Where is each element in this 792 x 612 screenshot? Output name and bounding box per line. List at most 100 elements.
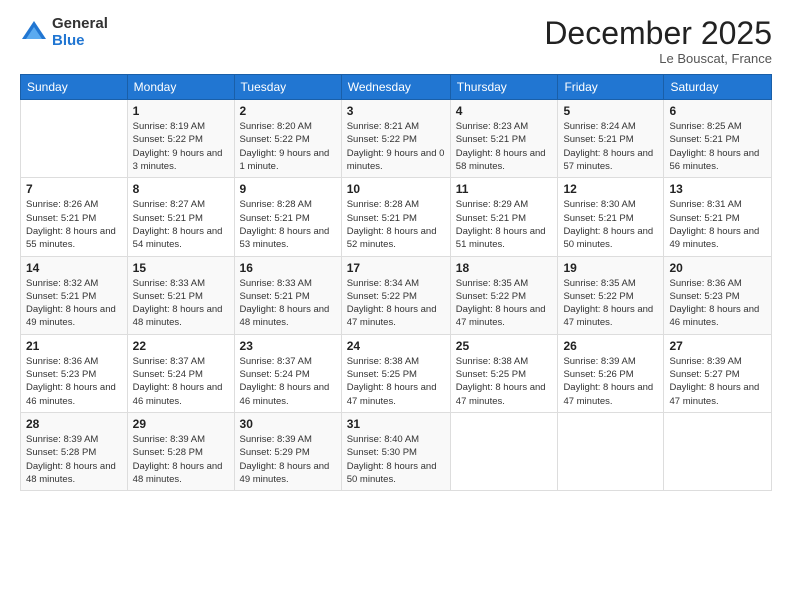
calendar-cell: 6 Sunrise: 8:25 AMSunset: 5:21 PMDayligh… (664, 100, 772, 178)
day-number: 12 (563, 182, 658, 196)
calendar-cell: 10 Sunrise: 8:28 AMSunset: 5:21 PMDaylig… (341, 178, 450, 256)
day-number: 15 (133, 261, 229, 275)
calendar-cell: 29 Sunrise: 8:39 AMSunset: 5:28 PMDaylig… (127, 412, 234, 490)
month-title: December 2025 (544, 16, 772, 51)
week-row-2: 7 Sunrise: 8:26 AMSunset: 5:21 PMDayligh… (21, 178, 772, 256)
calendar-cell: 22 Sunrise: 8:37 AMSunset: 5:24 PMDaylig… (127, 334, 234, 412)
day-number: 20 (669, 261, 766, 275)
calendar-cell: 7 Sunrise: 8:26 AMSunset: 5:21 PMDayligh… (21, 178, 128, 256)
day-info: Sunrise: 8:34 AMSunset: 5:22 PMDaylight:… (347, 277, 445, 330)
logo-icon (20, 19, 48, 47)
day-number: 25 (456, 339, 553, 353)
day-number: 16 (240, 261, 336, 275)
day-number: 27 (669, 339, 766, 353)
logo: General Blue (20, 16, 108, 49)
col-saturday: Saturday (664, 75, 772, 100)
header-row: Sunday Monday Tuesday Wednesday Thursday… (21, 75, 772, 100)
col-thursday: Thursday (450, 75, 558, 100)
day-info: Sunrise: 8:26 AMSunset: 5:21 PMDaylight:… (26, 198, 122, 251)
calendar-cell: 8 Sunrise: 8:27 AMSunset: 5:21 PMDayligh… (127, 178, 234, 256)
day-number: 14 (26, 261, 122, 275)
day-info: Sunrise: 8:36 AMSunset: 5:23 PMDaylight:… (26, 355, 122, 408)
calendar-cell: 31 Sunrise: 8:40 AMSunset: 5:30 PMDaylig… (341, 412, 450, 490)
calendar-cell: 11 Sunrise: 8:29 AMSunset: 5:21 PMDaylig… (450, 178, 558, 256)
day-info: Sunrise: 8:33 AMSunset: 5:21 PMDaylight:… (240, 277, 336, 330)
day-info: Sunrise: 8:23 AMSunset: 5:21 PMDaylight:… (456, 120, 553, 173)
week-row-5: 28 Sunrise: 8:39 AMSunset: 5:28 PMDaylig… (21, 412, 772, 490)
calendar-cell: 20 Sunrise: 8:36 AMSunset: 5:23 PMDaylig… (664, 256, 772, 334)
day-number: 11 (456, 182, 553, 196)
calendar-cell: 16 Sunrise: 8:33 AMSunset: 5:21 PMDaylig… (234, 256, 341, 334)
day-info: Sunrise: 8:39 AMSunset: 5:28 PMDaylight:… (26, 433, 122, 486)
day-number: 30 (240, 417, 336, 431)
calendar-cell: 23 Sunrise: 8:37 AMSunset: 5:24 PMDaylig… (234, 334, 341, 412)
calendar-cell: 1 Sunrise: 8:19 AMSunset: 5:22 PMDayligh… (127, 100, 234, 178)
day-info: Sunrise: 8:40 AMSunset: 5:30 PMDaylight:… (347, 433, 445, 486)
title-block: December 2025 Le Bouscat, France (544, 16, 772, 66)
day-number: 6 (669, 104, 766, 118)
col-tuesday: Tuesday (234, 75, 341, 100)
day-info: Sunrise: 8:38 AMSunset: 5:25 PMDaylight:… (347, 355, 445, 408)
day-info: Sunrise: 8:36 AMSunset: 5:23 PMDaylight:… (669, 277, 766, 330)
day-number: 9 (240, 182, 336, 196)
calendar-cell: 18 Sunrise: 8:35 AMSunset: 5:22 PMDaylig… (450, 256, 558, 334)
week-row-4: 21 Sunrise: 8:36 AMSunset: 5:23 PMDaylig… (21, 334, 772, 412)
day-number: 1 (133, 104, 229, 118)
calendar-cell: 30 Sunrise: 8:39 AMSunset: 5:29 PMDaylig… (234, 412, 341, 490)
day-info: Sunrise: 8:20 AMSunset: 5:22 PMDaylight:… (240, 120, 336, 173)
day-info: Sunrise: 8:28 AMSunset: 5:21 PMDaylight:… (240, 198, 336, 251)
day-number: 23 (240, 339, 336, 353)
day-info: Sunrise: 8:30 AMSunset: 5:21 PMDaylight:… (563, 198, 658, 251)
day-number: 24 (347, 339, 445, 353)
logo-text: General Blue (52, 16, 108, 49)
day-number: 19 (563, 261, 658, 275)
day-info: Sunrise: 8:31 AMSunset: 5:21 PMDaylight:… (669, 198, 766, 251)
calendar-cell (450, 412, 558, 490)
day-number: 8 (133, 182, 229, 196)
day-info: Sunrise: 8:32 AMSunset: 5:21 PMDaylight:… (26, 277, 122, 330)
calendar-cell (664, 412, 772, 490)
calendar-cell: 2 Sunrise: 8:20 AMSunset: 5:22 PMDayligh… (234, 100, 341, 178)
day-number: 5 (563, 104, 658, 118)
calendar-cell: 24 Sunrise: 8:38 AMSunset: 5:25 PMDaylig… (341, 334, 450, 412)
day-info: Sunrise: 8:37 AMSunset: 5:24 PMDaylight:… (240, 355, 336, 408)
day-info: Sunrise: 8:27 AMSunset: 5:21 PMDaylight:… (133, 198, 229, 251)
day-info: Sunrise: 8:19 AMSunset: 5:22 PMDaylight:… (133, 120, 229, 173)
day-number: 10 (347, 182, 445, 196)
day-info: Sunrise: 8:39 AMSunset: 5:28 PMDaylight:… (133, 433, 229, 486)
col-monday: Monday (127, 75, 234, 100)
logo-blue: Blue (52, 33, 108, 50)
day-number: 18 (456, 261, 553, 275)
col-sunday: Sunday (21, 75, 128, 100)
week-row-1: 1 Sunrise: 8:19 AMSunset: 5:22 PMDayligh… (21, 100, 772, 178)
day-number: 22 (133, 339, 229, 353)
calendar-cell: 5 Sunrise: 8:24 AMSunset: 5:21 PMDayligh… (558, 100, 664, 178)
calendar-cell (558, 412, 664, 490)
day-info: Sunrise: 8:39 AMSunset: 5:27 PMDaylight:… (669, 355, 766, 408)
calendar-cell: 17 Sunrise: 8:34 AMSunset: 5:22 PMDaylig… (341, 256, 450, 334)
calendar-cell: 13 Sunrise: 8:31 AMSunset: 5:21 PMDaylig… (664, 178, 772, 256)
calendar-cell: 28 Sunrise: 8:39 AMSunset: 5:28 PMDaylig… (21, 412, 128, 490)
calendar-cell: 19 Sunrise: 8:35 AMSunset: 5:22 PMDaylig… (558, 256, 664, 334)
day-info: Sunrise: 8:25 AMSunset: 5:21 PMDaylight:… (669, 120, 766, 173)
calendar-cell (21, 100, 128, 178)
day-number: 28 (26, 417, 122, 431)
col-friday: Friday (558, 75, 664, 100)
day-number: 26 (563, 339, 658, 353)
day-info: Sunrise: 8:29 AMSunset: 5:21 PMDaylight:… (456, 198, 553, 251)
day-info: Sunrise: 8:35 AMSunset: 5:22 PMDaylight:… (563, 277, 658, 330)
day-info: Sunrise: 8:38 AMSunset: 5:25 PMDaylight:… (456, 355, 553, 408)
day-number: 29 (133, 417, 229, 431)
calendar-cell: 21 Sunrise: 8:36 AMSunset: 5:23 PMDaylig… (21, 334, 128, 412)
day-info: Sunrise: 8:39 AMSunset: 5:26 PMDaylight:… (563, 355, 658, 408)
calendar-cell: 9 Sunrise: 8:28 AMSunset: 5:21 PMDayligh… (234, 178, 341, 256)
day-info: Sunrise: 8:33 AMSunset: 5:21 PMDaylight:… (133, 277, 229, 330)
location-subtitle: Le Bouscat, France (544, 51, 772, 66)
calendar-cell: 12 Sunrise: 8:30 AMSunset: 5:21 PMDaylig… (558, 178, 664, 256)
calendar-cell: 14 Sunrise: 8:32 AMSunset: 5:21 PMDaylig… (21, 256, 128, 334)
header: General Blue December 2025 Le Bouscat, F… (20, 16, 772, 66)
col-wednesday: Wednesday (341, 75, 450, 100)
logo-general: General (52, 16, 108, 33)
day-info: Sunrise: 8:37 AMSunset: 5:24 PMDaylight:… (133, 355, 229, 408)
day-number: 3 (347, 104, 445, 118)
